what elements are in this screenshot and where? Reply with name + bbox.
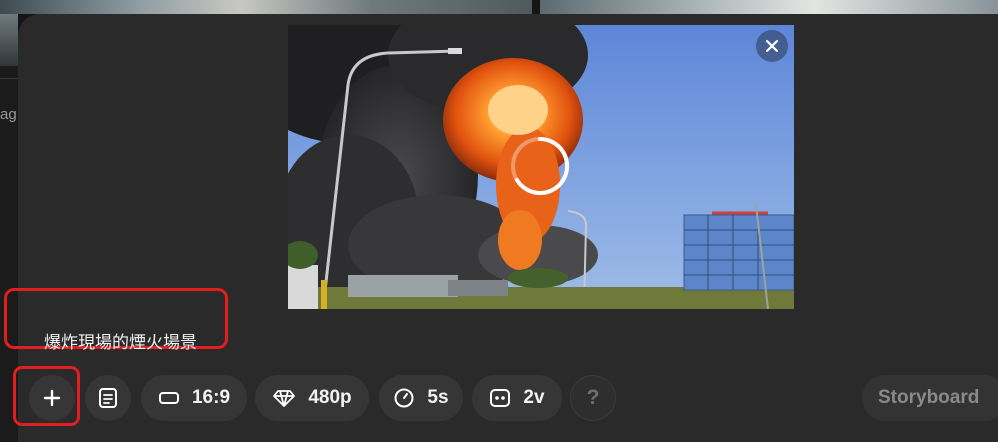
plus-icon (43, 389, 61, 407)
resolution-label: 480p (308, 387, 352, 408)
variations-button[interactable]: 2v (472, 375, 562, 421)
spinner-icon (511, 136, 570, 195)
prompt-text[interactable]: 爆炸現場的煙火場景 (44, 328, 197, 353)
help-label: ? (586, 386, 600, 409)
diamond-icon (273, 390, 296, 407)
divider (0, 78, 18, 79)
background-thumbnail (540, 0, 998, 14)
clock-icon (394, 388, 414, 408)
background-gallery (0, 0, 998, 14)
add-button[interactable] (29, 375, 75, 421)
background-thumbnail (0, 14, 18, 66)
duration-button[interactable]: 5s (379, 375, 463, 421)
aspect-ratio-label: 16:9 (191, 387, 231, 408)
app-root: ag 爆炸現場的煙火場景 16:9 480p 5s 2v ? Storyboar… (0, 0, 998, 442)
duration-label: 5s (427, 387, 449, 408)
list-card-icon (99, 388, 117, 408)
help-button[interactable]: ? (570, 375, 616, 421)
close-button[interactable] (756, 30, 788, 62)
background-text: ag (0, 106, 17, 123)
resolution-button[interactable]: 480p (255, 375, 369, 421)
rectangle-icon (158, 392, 179, 404)
prompt-details-button[interactable] (85, 375, 131, 421)
dots-box-icon (490, 389, 511, 407)
storyboard-button[interactable]: Storyboard (862, 375, 998, 421)
variations-label: 2v (523, 387, 545, 408)
aspect-ratio-button[interactable]: 16:9 (141, 375, 247, 421)
storyboard-label: Storyboard (878, 387, 980, 408)
background-thumbnail (0, 0, 532, 14)
close-icon (765, 39, 779, 53)
